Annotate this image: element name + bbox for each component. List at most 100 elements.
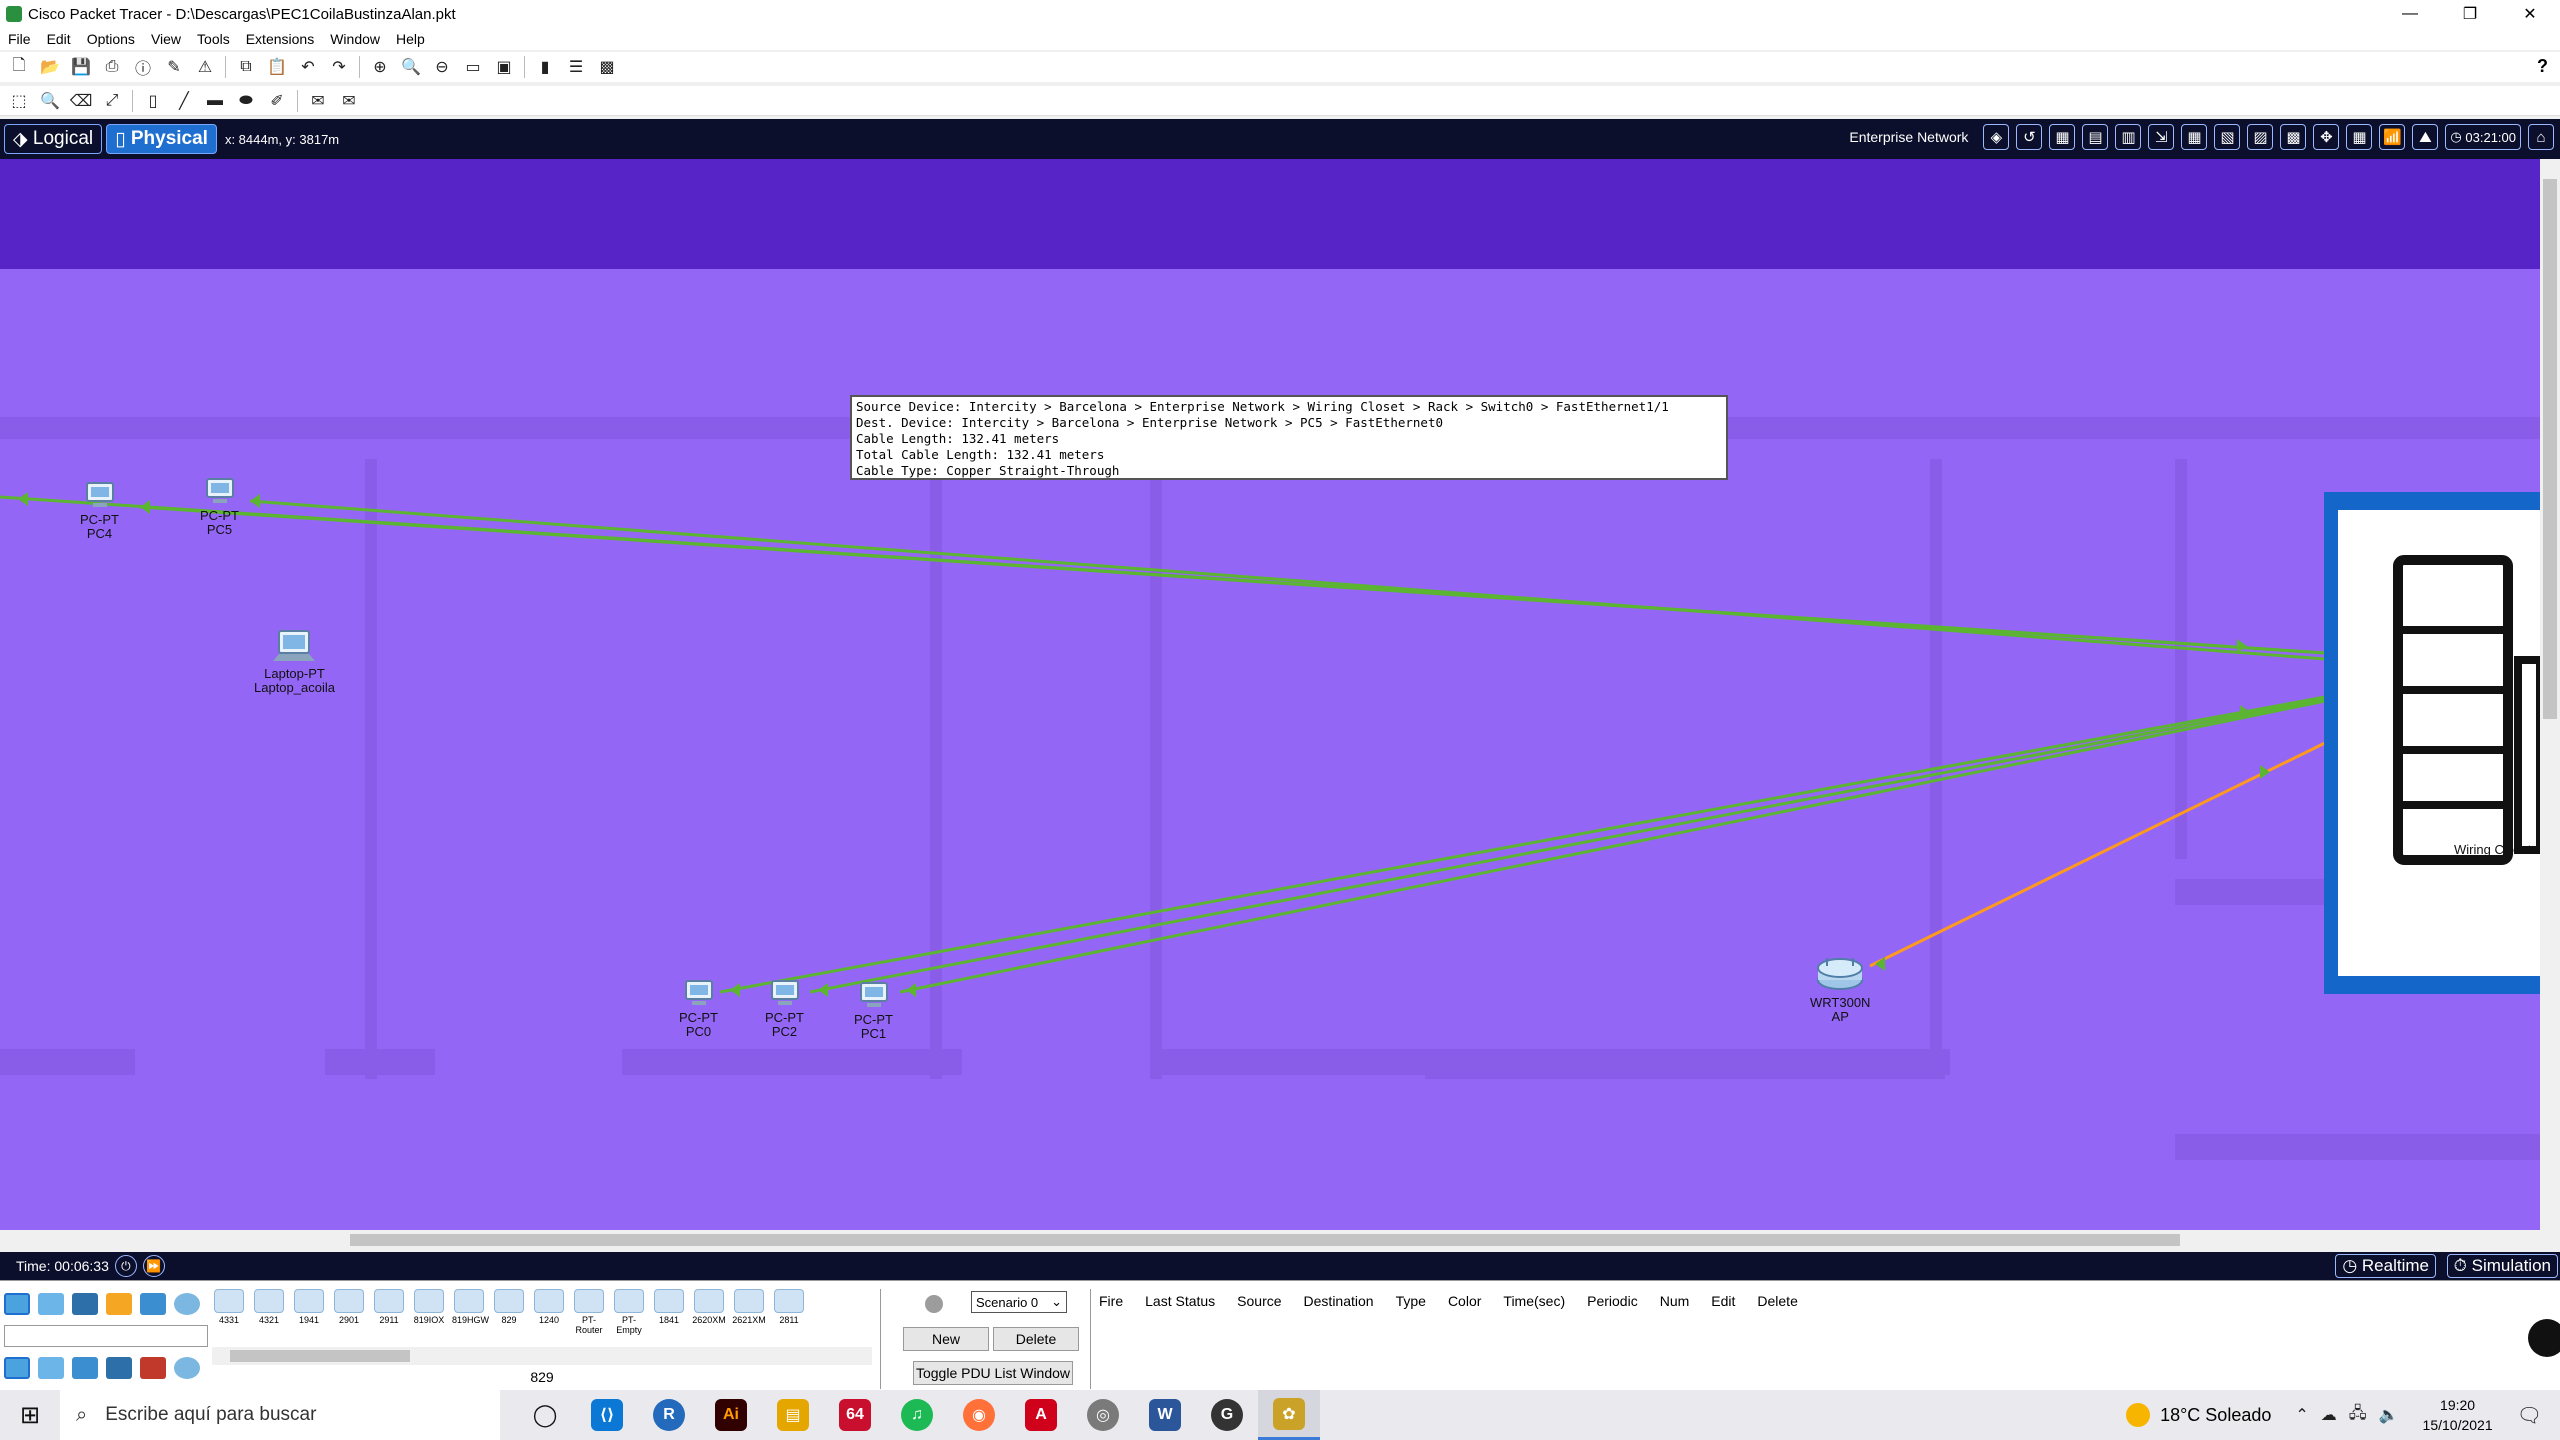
- day-clock[interactable]: ◷ 03:21:00: [2445, 124, 2521, 150]
- cloud-icon[interactable]: ☁: [2321, 1405, 2337, 1425]
- physical-workspace[interactable]: PC-PT PC4 PC-PT PC5 Laptop-PT Laptop_aco…: [0, 159, 2540, 1230]
- device-pc1[interactable]: PC-PT PC1: [854, 981, 893, 1041]
- resize-shape-icon[interactable]: ⤢: [101, 90, 123, 112]
- scroll-thumb[interactable]: [230, 1350, 410, 1362]
- minimize-button[interactable]: —: [2380, 0, 2440, 28]
- menu-help[interactable]: Help: [396, 31, 425, 47]
- new-building-icon[interactable]: ▦: [2049, 124, 2076, 150]
- end-devices-icon[interactable]: [38, 1293, 64, 1315]
- add-complex-pdu-icon[interactable]: ✉: [338, 90, 360, 112]
- wireless-icon[interactable]: 📶: [2379, 124, 2406, 150]
- model-829[interactable]: 829: [492, 1289, 526, 1329]
- zoom-fit-icon[interactable]: ▨: [2247, 124, 2274, 150]
- navigation-icon[interactable]: ◈: [1983, 124, 2010, 150]
- add-simple-pdu-icon[interactable]: ✉: [307, 90, 329, 112]
- fast-forward-icon[interactable]: ⏩: [142, 1255, 165, 1277]
- hubs-icon[interactable]: [72, 1357, 98, 1379]
- device-pc0[interactable]: PC-PT PC0: [679, 979, 718, 1039]
- model-list-scrollbar[interactable]: [212, 1347, 872, 1365]
- delete-scenario-button[interactable]: Delete: [993, 1327, 1079, 1351]
- maximize-button[interactable]: ❐: [2440, 0, 2500, 28]
- model-2621xm[interactable]: 2621XM: [732, 1289, 766, 1329]
- undo-icon[interactable]: ↶: [297, 56, 319, 78]
- cable-ap-switch[interactable]: [1869, 741, 2326, 968]
- packet-tracer-taskbar-icon[interactable]: ✿: [1258, 1390, 1320, 1440]
- cable-pc2-switch[interactable]: [809, 697, 2326, 994]
- network-icon[interactable]: 🖧: [2349, 1402, 2367, 1429]
- connections-icon[interactable]: [106, 1293, 132, 1315]
- menu-options[interactable]: Options: [87, 31, 135, 47]
- model-4331[interactable]: 4331: [212, 1289, 246, 1329]
- network-info-icon[interactable]: ⚠: [194, 56, 216, 78]
- print-icon[interactable]: ⎙: [101, 56, 123, 78]
- model-pt-empty[interactable]: PT-Empty: [612, 1289, 646, 1335]
- switches-icon[interactable]: [38, 1357, 64, 1379]
- model-2811[interactable]: 2811: [772, 1289, 806, 1329]
- rectangle-icon[interactable]: ▬: [204, 90, 226, 112]
- model-2911[interactable]: 2911: [372, 1289, 406, 1329]
- new-file-icon[interactable]: 🗋: [8, 56, 30, 78]
- device-laptop[interactable]: Laptop-PT Laptop_acoila: [254, 629, 335, 695]
- back-icon[interactable]: ↺: [2016, 124, 2043, 150]
- model-819hgw[interactable]: 819HGW: [452, 1289, 489, 1329]
- device-access-point[interactable]: WRT300N AP: [1810, 954, 1870, 1024]
- tab-physical[interactable]: ▯ Physical: [106, 124, 217, 154]
- wan-emulation-icon[interactable]: [174, 1357, 200, 1379]
- activity-wizard-icon[interactable]: ✎: [163, 56, 185, 78]
- windows-start-icon[interactable]: ⊞: [0, 1390, 60, 1440]
- model-pt-router[interactable]: PT-Router: [572, 1289, 606, 1335]
- ellipse-icon[interactable]: ⬬: [235, 90, 257, 112]
- volume-icon[interactable]: 🔈: [2379, 1405, 2399, 1425]
- g-app-icon[interactable]: G: [1196, 1390, 1258, 1440]
- select-icon[interactable]: ⬚: [8, 90, 30, 112]
- scenario-info-icon[interactable]: [925, 1295, 943, 1313]
- firefox-icon[interactable]: ◉: [948, 1390, 1010, 1440]
- model-4321[interactable]: 4321: [252, 1289, 286, 1329]
- notifications-icon[interactable]: 🗨: [2517, 1403, 2542, 1428]
- menu-view[interactable]: View: [151, 31, 181, 47]
- device-pc4[interactable]: PC-PT PC4: [80, 481, 119, 541]
- realtime-mode-button[interactable]: ◷ Realtime: [2335, 1254, 2436, 1278]
- drawing-palette-icon[interactable]: ▭: [462, 56, 484, 78]
- model-2901[interactable]: 2901: [332, 1289, 366, 1329]
- model-1941[interactable]: 1941: [292, 1289, 326, 1329]
- landscape-icon[interactable]: ⛰: [2412, 124, 2439, 150]
- zoom-reset-icon[interactable]: 🔍: [400, 56, 422, 78]
- model-1240[interactable]: 1240: [532, 1289, 566, 1329]
- home-icon[interactable]: ⌂: [2528, 124, 2554, 150]
- cable-pc5b-switch[interactable]: [249, 499, 2326, 661]
- file-explorer-icon[interactable]: ▤: [762, 1390, 824, 1440]
- note-icon[interactable]: ▯: [142, 90, 164, 112]
- viewport-icon[interactable]: ▮: [534, 56, 556, 78]
- set-background-icon[interactable]: ▧: [2214, 124, 2241, 150]
- power-cycle-icon[interactable]: ⏻: [114, 1255, 137, 1277]
- freeform-icon[interactable]: ✐: [266, 90, 288, 112]
- scroll-thumb[interactable]: [2543, 179, 2557, 719]
- open-folder-icon[interactable]: 📂: [39, 56, 61, 78]
- wireless-devices-icon[interactable]: [106, 1357, 132, 1379]
- model-1841[interactable]: 1841: [652, 1289, 686, 1329]
- weather-text[interactable]: 18°C Soleado: [2160, 1405, 2271, 1426]
- zoom-out-icon[interactable]: ⊖: [431, 56, 453, 78]
- line-icon[interactable]: ╱: [173, 90, 195, 112]
- cluster-view-icon[interactable]: ▩: [2280, 124, 2307, 150]
- device-pc2[interactable]: PC-PT PC2: [765, 979, 804, 1039]
- menu-extensions[interactable]: Extensions: [246, 31, 314, 47]
- chevron-up-icon[interactable]: ⌃: [2295, 1405, 2308, 1425]
- taskbar-clock[interactable]: 19:20 15/10/2021: [2423, 1395, 2493, 1435]
- move-view-icon[interactable]: ✥: [2313, 124, 2340, 150]
- paste-icon[interactable]: 📋: [266, 56, 288, 78]
- task-view-icon[interactable]: ◯: [514, 1390, 576, 1440]
- cable-pc0-switch[interactable]: [719, 695, 2326, 994]
- save-icon[interactable]: 💾: [70, 56, 92, 78]
- security-icon[interactable]: [140, 1357, 166, 1379]
- sun-icon[interactable]: [2126, 1403, 2151, 1427]
- close-button[interactable]: ✕: [2500, 0, 2560, 28]
- multiuser-icon[interactable]: [174, 1293, 200, 1315]
- help-icon[interactable]: ?: [2537, 56, 2548, 77]
- workspace-image-icon[interactable]: ▩: [596, 56, 618, 78]
- new-closet-icon[interactable]: ▤: [2082, 124, 2109, 150]
- new-city-icon[interactable]: ▥: [2115, 124, 2142, 150]
- settings-app-icon[interactable]: ◎: [1072, 1390, 1134, 1440]
- new-scenario-button[interactable]: New: [903, 1327, 989, 1351]
